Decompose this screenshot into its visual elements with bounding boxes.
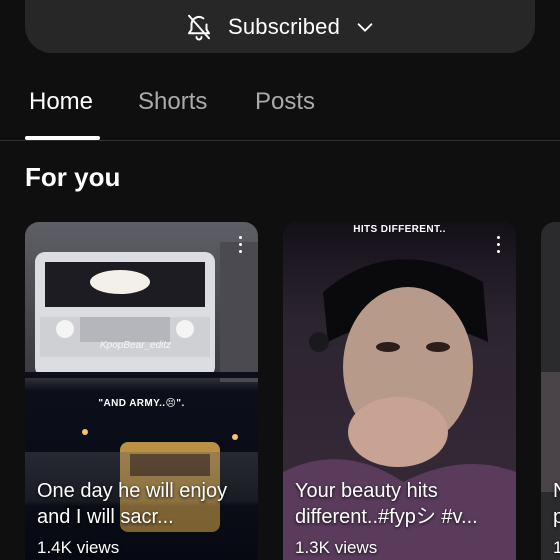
overlay-text: "AND ARMY..😣". bbox=[98, 398, 185, 409]
active-tab-indicator bbox=[25, 136, 100, 140]
video-title: N p bbox=[553, 480, 560, 528]
tab-posts[interactable]: Posts bbox=[255, 88, 315, 116]
video-title: Your beauty hits different..#fypシ #v... bbox=[295, 480, 478, 528]
view-count: 1.4K views bbox=[37, 538, 120, 557]
video-card[interactable]: KpopBear_editz "AND ARMY..😣". One day he… bbox=[25, 222, 258, 560]
subscribed-button[interactable]: Subscribed bbox=[25, 0, 535, 53]
tab-shorts[interactable]: Shorts bbox=[138, 88, 207, 116]
chevron-down-icon bbox=[354, 16, 376, 38]
video-title: One day he will enjoy and I will sacr... bbox=[37, 480, 228, 528]
tab-home[interactable]: Home bbox=[29, 88, 93, 116]
watermark: KpopBear_editz bbox=[100, 340, 172, 351]
bell-off-icon bbox=[184, 12, 214, 42]
overlay-text: HITS DIFFERENT.. bbox=[353, 224, 446, 235]
section-title: For you bbox=[25, 162, 121, 192]
subscribed-label: Subscribed bbox=[227, 13, 341, 39]
view-count: 1.3K views bbox=[295, 538, 378, 557]
more-vert-icon[interactable] bbox=[232, 236, 248, 258]
channel-tabs: Home Shorts Posts bbox=[0, 70, 560, 141]
video-card[interactable]: N p 1 bbox=[541, 222, 560, 560]
more-vert-icon[interactable] bbox=[490, 236, 506, 258]
view-count: 1 bbox=[553, 538, 560, 557]
video-card[interactable]: HITS DIFFERENT.. Your beauty hits differ… bbox=[283, 222, 516, 560]
